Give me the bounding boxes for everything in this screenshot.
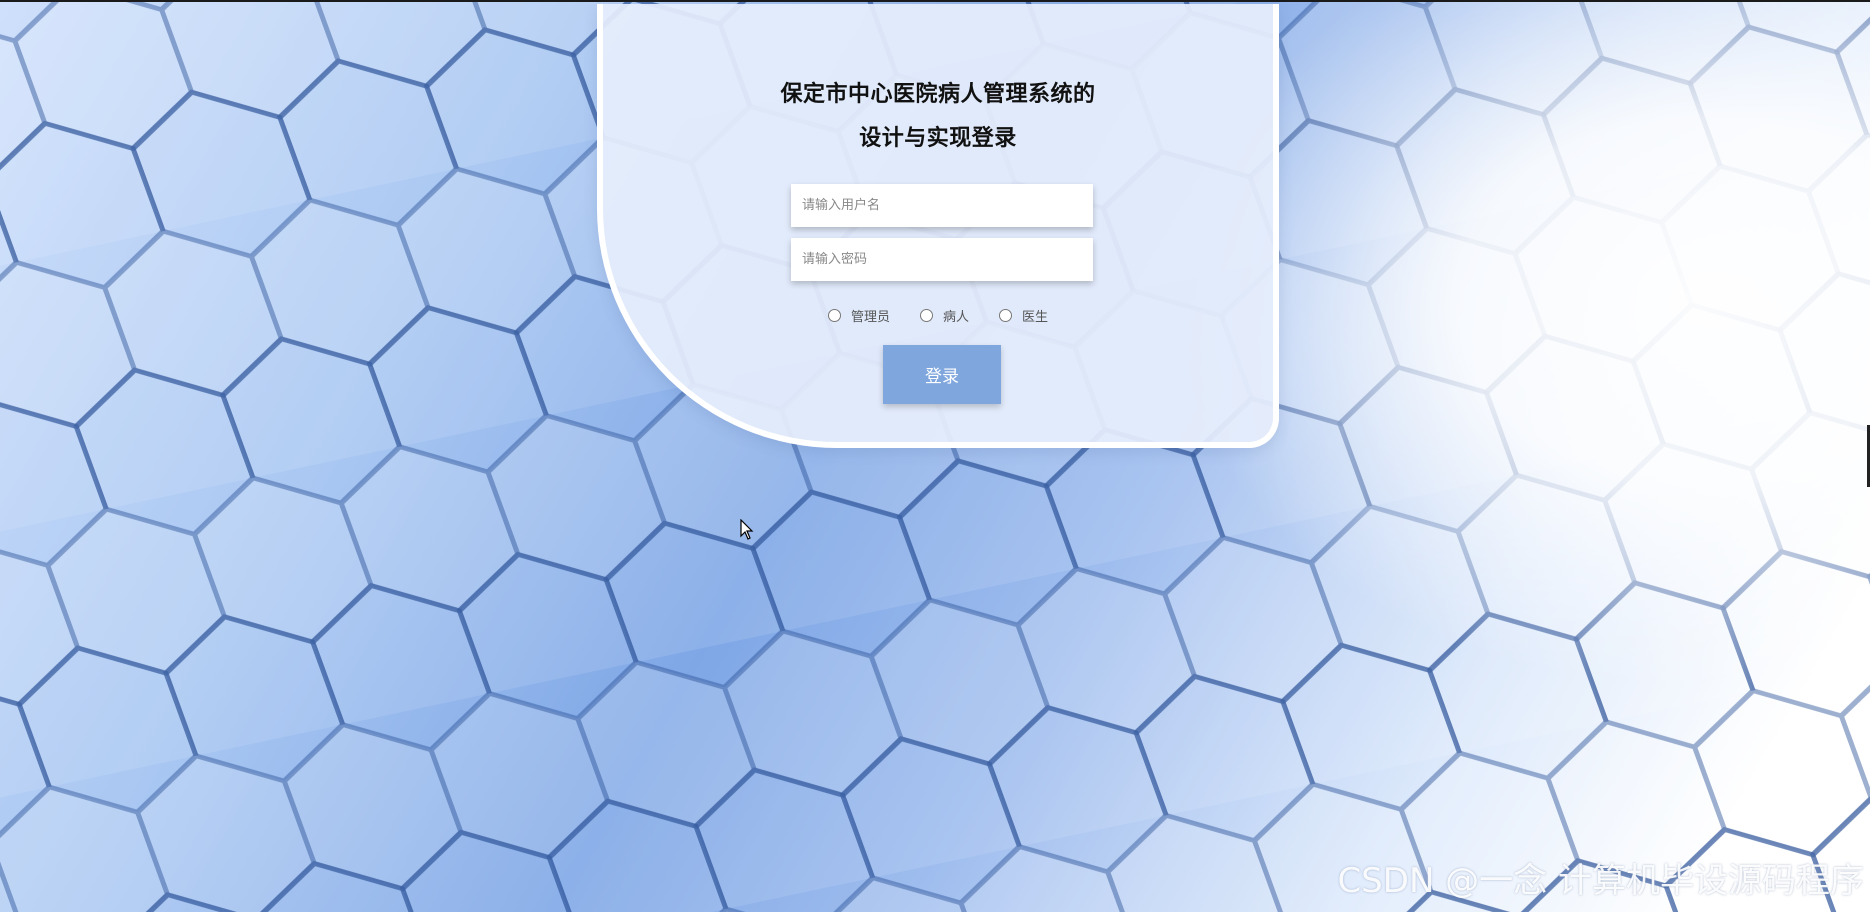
role-label-admin: 管理员 bbox=[850, 310, 890, 325]
role-option-admin[interactable]: 管理员 bbox=[827, 306, 890, 325]
radio-circle-icon[interactable] bbox=[827, 309, 841, 322]
role-label-doctor: 医生 bbox=[1022, 310, 1049, 325]
page-title-line-1: 保定市中心医院病人管理系统的 bbox=[780, 82, 1096, 107]
username-input[interactable] bbox=[791, 184, 1093, 227]
radio-circle-icon[interactable] bbox=[919, 309, 933, 322]
password-input[interactable] bbox=[791, 238, 1093, 281]
role-option-doctor[interactable]: 医生 bbox=[999, 306, 1048, 325]
radio-circle-icon[interactable] bbox=[999, 309, 1012, 322]
role-label-patient: 病人 bbox=[942, 310, 969, 325]
mouse-cursor-icon bbox=[740, 519, 754, 540]
login-button[interactable]: 登录 bbox=[883, 345, 1001, 404]
watermark-text: CSDN @一念 计算机毕设源码程序 bbox=[1337, 861, 1864, 901]
top-border bbox=[0, 0, 1870, 2]
login-card: 保定市中心医院病人管理系统的 设计与实现登录 管理员 病人 医生 登录 bbox=[597, 4, 1279, 448]
page-title-line-2: 设计与实现登录 bbox=[859, 126, 1017, 151]
login-page: 保定市中心医院病人管理系统的 设计与实现登录 管理员 病人 医生 登录 CSDN… bbox=[0, 0, 1870, 912]
role-radio-group: 管理员 病人 医生 bbox=[603, 306, 1273, 325]
role-option-patient[interactable]: 病人 bbox=[919, 306, 969, 325]
